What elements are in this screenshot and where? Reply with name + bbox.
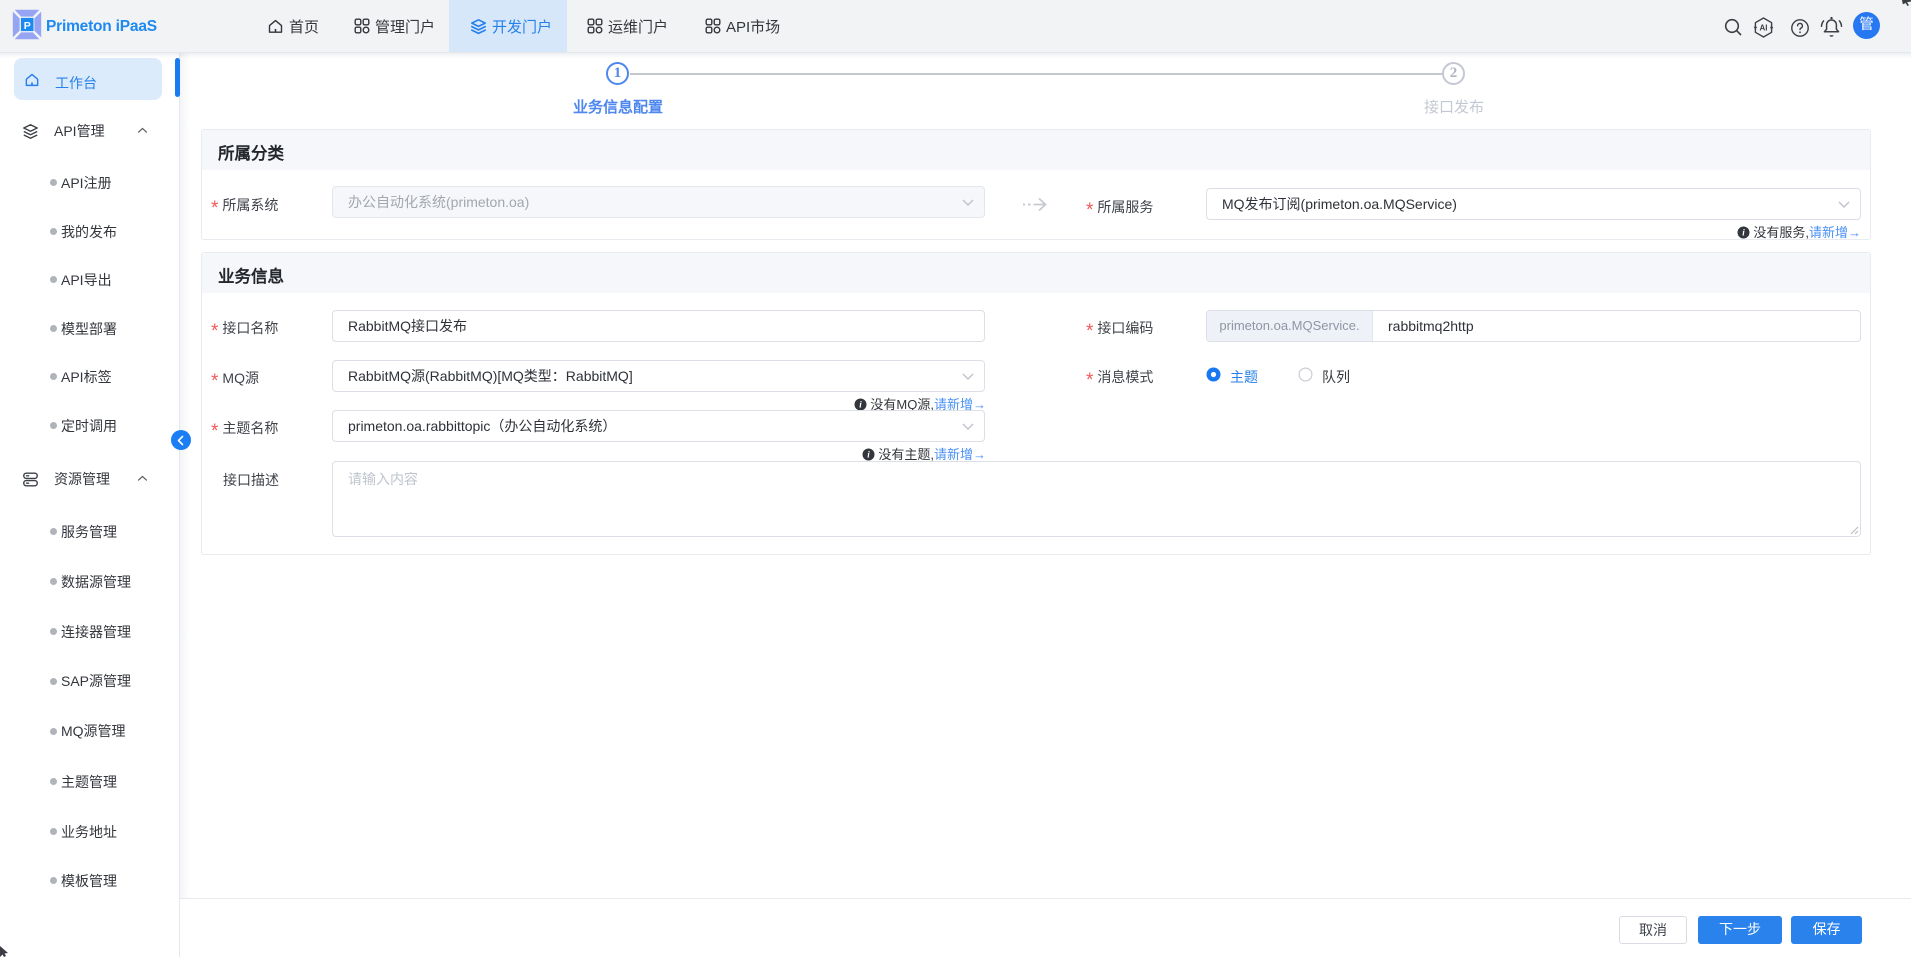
svg-text:AI: AI <box>1760 24 1768 33</box>
svg-text:P: P <box>24 20 31 32</box>
